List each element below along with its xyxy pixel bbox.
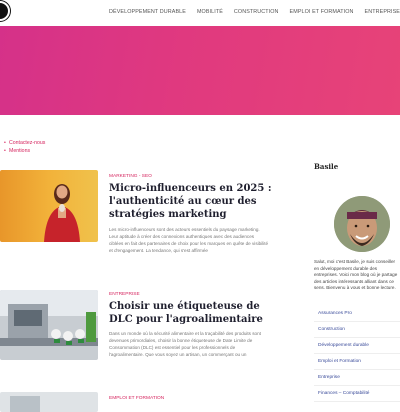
- sidebar-category-assurances-pro[interactable]: Assurances Pro: [314, 306, 400, 322]
- author-avatar: [334, 196, 390, 252]
- post-card: ENTREPRISE Choisir une étiqueteuse de DL…: [0, 288, 300, 378]
- nav-item-mobilite[interactable]: MOBILITÉ: [197, 9, 223, 15]
- nav-item-entreprise[interactable]: ENTREPRISE: [365, 9, 400, 15]
- site-logo[interactable]: [0, 1, 10, 21]
- post-thumbnail[interactable]: [0, 290, 98, 360]
- post-thumbnail[interactable]: [0, 170, 98, 242]
- post-thumbnail[interactable]: [0, 392, 98, 412]
- post-card: MARKETING - SEO Micro-influenceurs en 20…: [0, 170, 300, 270]
- nav-item-emploi-formation[interactable]: EMPLOI ET FORMATION: [290, 9, 354, 15]
- author-bio: Salut, moi c'est Basile, je suis conseil…: [314, 259, 398, 291]
- nav-item-developpement-durable[interactable]: DÉVELOPPEMENT DURABLE: [109, 9, 186, 15]
- sidebar-author-name: Basile: [314, 162, 339, 171]
- top-navigation: DÉVELOPPEMENT DURABLE MOBILITÉ CONSTRUCT…: [0, 0, 400, 27]
- post-title[interactable]: Choisir une étiqueteuse de DLC pour l'ag…: [109, 300, 274, 326]
- nav-item-construction[interactable]: CONSTRUCTION: [234, 9, 279, 15]
- post-category[interactable]: EMPLOI ET FORMATION: [109, 396, 164, 401]
- post-title[interactable]: Micro-influenceurs en 2025 : l'authentic…: [109, 182, 274, 221]
- post-category[interactable]: MARKETING - SEO: [109, 174, 152, 179]
- post-card: EMPLOI ET FORMATION: [0, 390, 300, 412]
- sidebar-category-entreprise[interactable]: Entreprise: [314, 370, 400, 386]
- hero-banner: [0, 26, 400, 115]
- post-excerpt: Dans un monde où la sécurité alimentaire…: [109, 331, 261, 357]
- sidebar-category-developpement-durable[interactable]: Développement durable: [314, 338, 400, 354]
- contact-link[interactable]: Contactez-nous: [4, 139, 45, 147]
- sidebar-category-emploi-formation[interactable]: Emploi et Formation: [314, 354, 400, 370]
- post-category[interactable]: ENTREPRISE: [109, 292, 140, 297]
- page-links: Contactez-nous Mentions: [4, 139, 45, 155]
- sidebar-categories: Assurances Pro Construction Développemen…: [314, 306, 400, 402]
- sidebar-category-construction[interactable]: Construction: [314, 322, 400, 338]
- mentions-link[interactable]: Mentions: [4, 147, 45, 155]
- post-excerpt: Les micro-influenceurs sont des acteurs …: [109, 227, 269, 253]
- main-menu: DÉVELOPPEMENT DURABLE MOBILITÉ CONSTRUCT…: [98, 9, 400, 15]
